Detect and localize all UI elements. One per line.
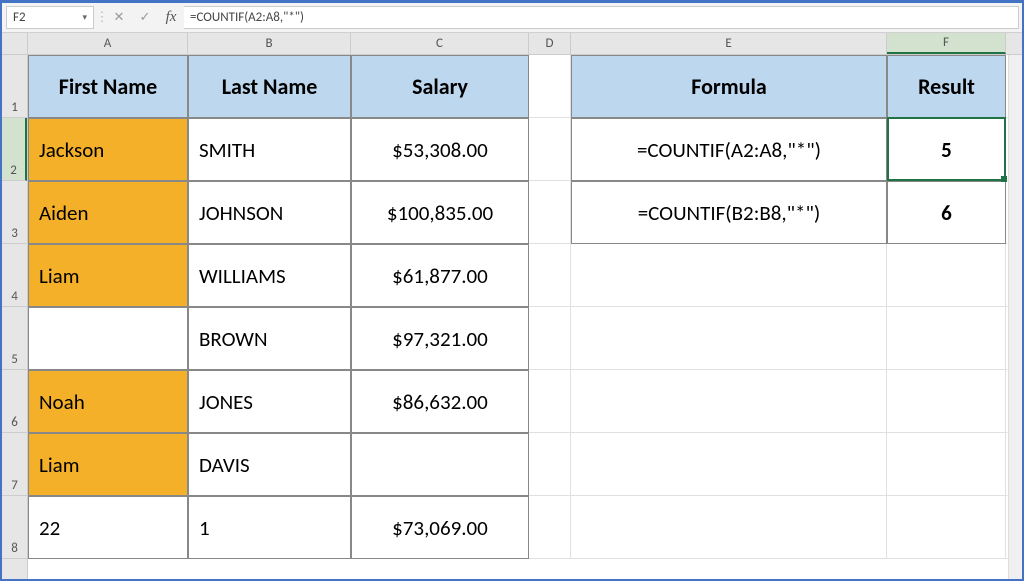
row-header[interactable]: 3 [2,181,27,244]
col-header[interactable]: F [887,33,1006,54]
table-row: Liam WILLIAMS $61,877.00 [28,244,1022,307]
cell-result[interactable]: 5 [887,118,1006,181]
formula-bar: F2 ▾ ⋮ ✕ ✓ fx =COUNTIF(A2:A8,"*") [2,3,1022,33]
cell-first-name[interactable]: Aiden [28,181,188,244]
empty-cell[interactable] [887,307,1006,370]
header-formula[interactable]: Formula [571,55,887,118]
table-row: BROWN $97,321.00 [28,307,1022,370]
row-header[interactable]: 2 [2,118,27,181]
cell-result[interactable]: 6 [887,181,1006,244]
empty-cell[interactable] [529,307,571,370]
cell-salary[interactable]: $97,321.00 [351,307,529,370]
cell-salary[interactable] [351,433,529,496]
empty-cell[interactable] [887,433,1006,496]
cell-first-name[interactable]: Liam [28,244,188,307]
formula-input[interactable]: =COUNTIF(A2:A8,"*") [184,6,1019,29]
fx-icon[interactable]: fx [158,3,184,32]
col-header[interactable]: D [529,33,571,54]
cell-first-name[interactable] [28,307,188,370]
col-header[interactable]: C [351,33,529,54]
dropdown-icon[interactable]: ▾ [82,12,87,23]
empty-cell[interactable] [529,433,571,496]
cell-salary[interactable]: $61,877.00 [351,244,529,307]
table-row: Jackson SMITH $53,308.00 =COUNTIF(A2:A8,… [28,118,1022,181]
excel-window: F2 ▾ ⋮ ✕ ✓ fx =COUNTIF(A2:A8,"*") 1 2 3 … [0,0,1024,581]
table-row: 22 1 $73,069.00 [28,496,1022,559]
row-header[interactable]: 8 [2,496,27,559]
header-first-name[interactable]: First Name [28,55,188,118]
cell-first-name[interactable]: Noah [28,370,188,433]
row-header[interactable]: 4 [2,244,27,307]
column-headers: A B C D E F [28,33,1022,55]
cell-last-name[interactable]: WILLIAMS [188,244,351,307]
empty-cell[interactable] [887,244,1006,307]
cell-salary[interactable]: $100,835.00 [351,181,529,244]
grid: 1 2 3 4 5 6 7 8 A B C D E F First Name [2,33,1022,579]
cell-salary[interactable]: $86,632.00 [351,370,529,433]
header-last-name[interactable]: Last Name [188,55,351,118]
cell-first-name[interactable]: Liam [28,433,188,496]
col-header[interactable]: A [28,33,188,54]
empty-cell[interactable] [529,118,571,181]
row-header[interactable]: 7 [2,433,27,496]
empty-cell[interactable] [529,244,571,307]
empty-cell[interactable] [571,496,887,559]
cell-first-name[interactable]: Jackson [28,118,188,181]
select-all-corner[interactable] [2,33,27,55]
table-row: First Name Last Name Salary Formula Resu… [28,55,1022,118]
row-headers: 1 2 3 4 5 6 7 8 [2,33,28,579]
empty-cell[interactable] [887,496,1006,559]
col-header[interactable]: E [571,33,887,54]
grid-main: A B C D E F First Name Last Name Salary … [28,33,1022,579]
cell-formula[interactable]: =COUNTIF(B2:B8,"*") [571,181,887,244]
cell-last-name[interactable]: 1 [188,496,351,559]
empty-cell[interactable] [529,370,571,433]
cell-salary[interactable]: $53,308.00 [351,118,529,181]
table-row: Aiden JOHNSON $100,835.00 =COUNTIF(B2:B8… [28,181,1022,244]
table-row: Liam DAVIS [28,433,1022,496]
cells-area[interactable]: First Name Last Name Salary Formula Resu… [28,55,1022,579]
header-salary[interactable]: Salary [351,55,529,118]
cell-salary[interactable]: $73,069.00 [351,496,529,559]
name-box[interactable]: F2 ▾ [6,6,94,29]
table-row: Noah JONES $86,632.00 [28,370,1022,433]
name-box-value: F2 [13,10,26,25]
col-header[interactable]: B [188,33,351,54]
cell-last-name[interactable]: DAVIS [188,433,351,496]
empty-cell[interactable] [529,55,571,118]
separator: ⋮ [98,3,106,32]
confirm-icon[interactable]: ✓ [132,3,158,32]
empty-cell[interactable] [571,370,887,433]
empty-cell[interactable] [529,496,571,559]
cell-last-name[interactable]: JOHNSON [188,181,351,244]
row-header[interactable]: 5 [2,307,27,370]
row-header[interactable]: 6 [2,370,27,433]
cell-last-name[interactable]: SMITH [188,118,351,181]
cell-last-name[interactable]: BROWN [188,307,351,370]
cell-last-name[interactable]: JONES [188,370,351,433]
cell-formula[interactable]: =COUNTIF(A2:A8,"*") [571,118,887,181]
row-header[interactable]: 1 [2,55,27,118]
empty-cell[interactable] [571,244,887,307]
empty-cell[interactable] [571,307,887,370]
empty-cell[interactable] [571,433,887,496]
formula-text: =COUNTIF(A2:A8,"*") [190,10,304,25]
header-result[interactable]: Result [887,55,1006,118]
vertical-scrollbar[interactable] [1008,55,1022,579]
empty-cell[interactable] [529,181,571,244]
cell-first-name[interactable]: 22 [28,496,188,559]
cancel-icon[interactable]: ✕ [106,3,132,32]
empty-cell[interactable] [887,370,1006,433]
